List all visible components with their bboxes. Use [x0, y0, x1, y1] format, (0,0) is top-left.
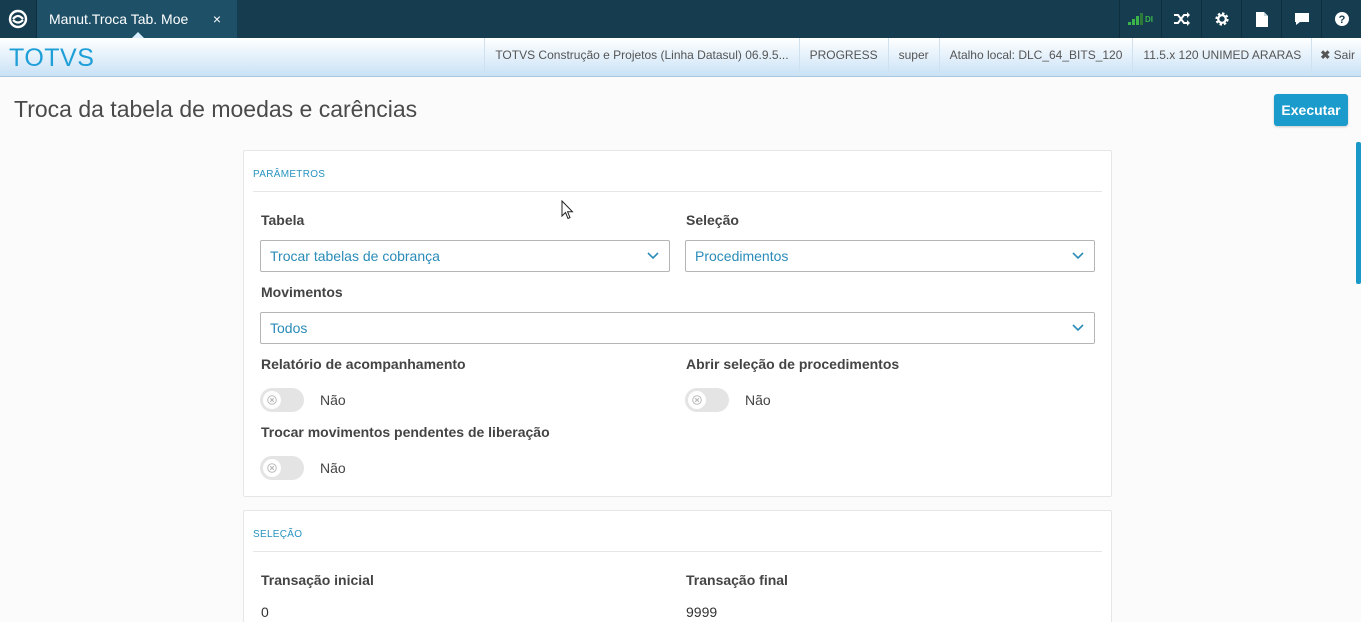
section-divider [253, 551, 1102, 552]
selecao-select[interactable]: Procedimentos [685, 240, 1095, 272]
relatorio-toggle[interactable] [260, 388, 304, 412]
svg-text:?: ? [1338, 14, 1345, 26]
tab-close-button[interactable]: × [213, 11, 221, 27]
execute-button[interactable]: Executar [1274, 94, 1348, 126]
movimentos-select[interactable]: Todos [260, 312, 1095, 344]
transacao-final-input[interactable]: 9999 [686, 604, 717, 620]
help-icon[interactable]: ? [1321, 0, 1361, 38]
company-info: 11.5.x 120 UNIMED ARARAS [1132, 38, 1311, 76]
tab-manut-troca[interactable]: Manut.Troca Tab. Moe × [37, 0, 237, 38]
chevron-down-icon [1072, 252, 1084, 260]
transacao-final-label: Transação final [686, 572, 788, 588]
logout-button[interactable]: ✖ Sair [1311, 38, 1361, 76]
signal-label: DI [1145, 14, 1153, 24]
parametros-card: PARÂMETROS Tabela Trocar tabelas de cobr… [243, 150, 1112, 497]
toggle-off-icon [688, 391, 706, 409]
abrir-selecao-label: Abrir seleção de procedimentos [686, 356, 900, 372]
trocar-pendentes-state: Não [320, 460, 346, 476]
scrollbar[interactable] [1356, 142, 1361, 284]
movimentos-label: Movimentos [261, 284, 343, 300]
abrir-selecao-state: Não [745, 392, 771, 408]
totvs-logo-icon[interactable] [0, 0, 37, 38]
brand-logo: TOTVS [9, 44, 95, 72]
mouse-cursor-icon [561, 200, 574, 220]
transacao-inicial-input[interactable]: 0 [261, 604, 269, 620]
tab-title: Manut.Troca Tab. Moe [49, 11, 189, 27]
tabela-label: Tabela [261, 212, 305, 228]
movimentos-value: Todos [270, 320, 308, 336]
database-info: PROGRESS [798, 38, 888, 76]
trocar-pendentes-label: Trocar movimentos pendentes de liberação [261, 424, 550, 440]
top-bar: Manut.Troca Tab. Moe × DI ? [0, 0, 1361, 38]
chevron-down-icon [647, 252, 659, 260]
relatorio-label: Relatório de acompanhamento [261, 356, 466, 372]
selecao-label: Seleção [686, 212, 739, 228]
transacao-inicial-label: Transação inicial [261, 572, 374, 588]
system-header: TOTVS TOTVS Construção e Projetos (Linha… [0, 38, 1361, 77]
shortcut-info: Atalho local: DLC_64_BITS_120 [938, 38, 1133, 76]
user-info: super [887, 38, 939, 76]
shuffle-icon[interactable] [1161, 0, 1201, 38]
trocar-pendentes-toggle[interactable] [260, 456, 304, 480]
toggle-off-icon [263, 391, 281, 409]
tabela-select[interactable]: Trocar tabelas de cobrança [260, 240, 670, 272]
gear-icon[interactable] [1201, 0, 1241, 38]
section-title-selecao: SELEÇÃO [253, 529, 303, 540]
chat-icon[interactable] [1281, 0, 1321, 38]
selecao-card: SELEÇÃO Transação inicial 0 Transação fi… [243, 510, 1112, 622]
document-icon[interactable] [1241, 0, 1281, 38]
logout-label: Sair [1333, 48, 1355, 62]
system-info: TOTVS Construção e Projetos (Linha Datas… [484, 38, 798, 76]
page-title: Troca da tabela de moedas e carências [14, 96, 418, 122]
section-title-parametros: PARÂMETROS [253, 169, 326, 180]
relatorio-state: Não [320, 392, 346, 408]
toggle-off-icon [263, 459, 281, 477]
close-icon: ✖ [1320, 48, 1331, 62]
chevron-down-icon [1072, 324, 1084, 332]
connection-signal-icon[interactable]: DI [1119, 0, 1161, 38]
tabela-value: Trocar tabelas de cobrança [270, 248, 440, 264]
abrir-selecao-toggle[interactable] [685, 388, 729, 412]
selecao-value: Procedimentos [695, 248, 789, 264]
section-divider [253, 191, 1102, 192]
